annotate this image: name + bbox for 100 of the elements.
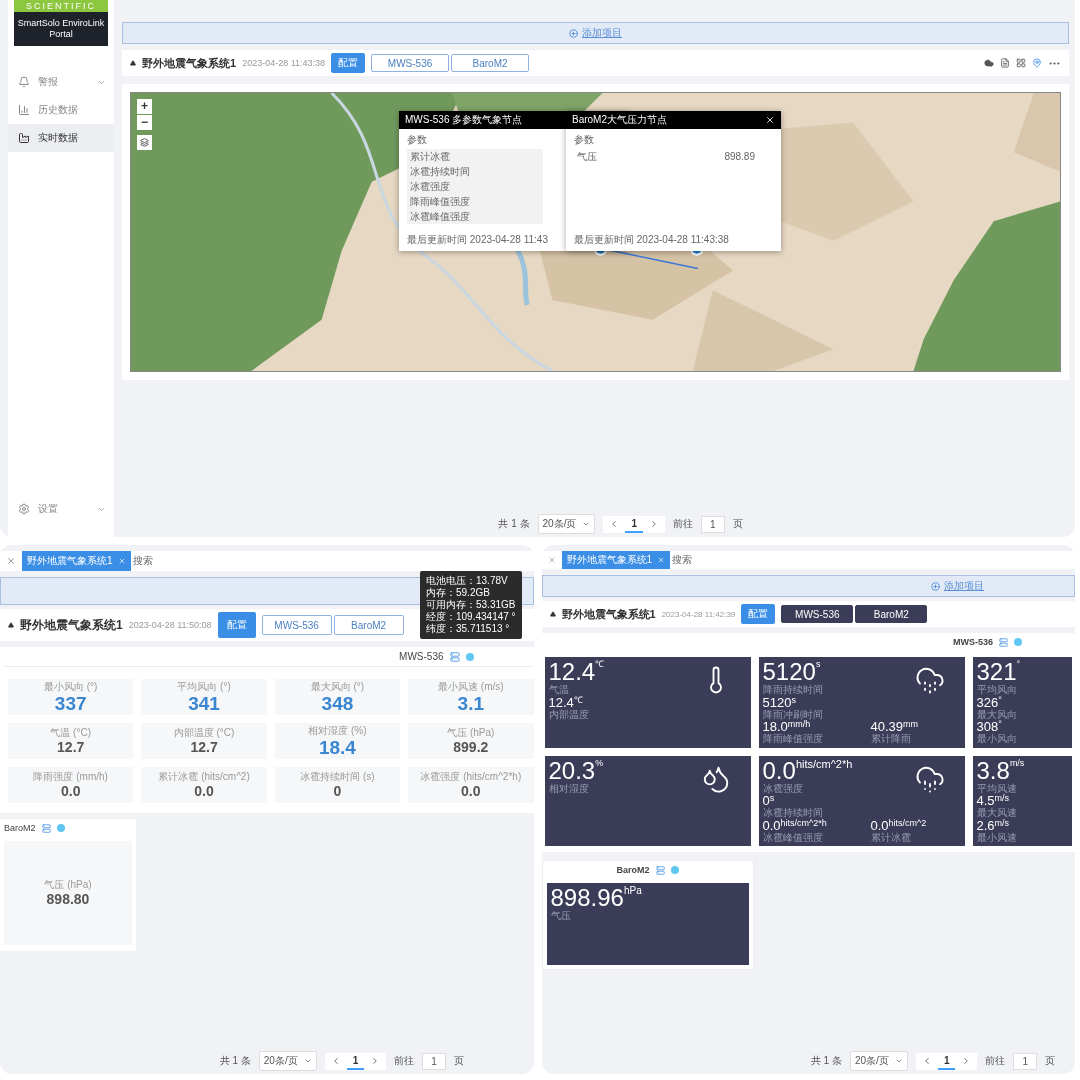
popup-title: BaroM2大气压力节点 xyxy=(572,113,667,127)
system-title: 野外地震气象系统1 xyxy=(142,55,237,71)
device-tooltip: 电池电压：13.78V 内存：59.2GB 可用内存：53.31GB 经度：109.434147 ° 纬度：35.711513 ° xyxy=(420,571,522,639)
param-header: 参数 xyxy=(574,133,594,147)
status-dot-icon[interactable] xyxy=(1014,638,1022,646)
collapse-caret-icon[interactable] xyxy=(8,622,14,628)
system-title: 野外地震气象系统1 xyxy=(20,616,123,634)
stat-value: 337 xyxy=(54,693,87,715)
zoom-out-button[interactable]: − xyxy=(137,115,152,130)
status-dot-icon[interactable] xyxy=(465,652,474,661)
stat-label: 内部温度 (°C) xyxy=(173,726,235,741)
search-link[interactable]: 搜索 xyxy=(672,553,693,567)
total-count: 共 1 条 xyxy=(810,1054,842,1068)
next-page-icon[interactable] xyxy=(649,519,659,529)
gear-icon xyxy=(18,503,30,515)
sidebar-item[interactable]: 实时数据 xyxy=(8,124,114,152)
node-name: MWS-536 xyxy=(953,637,993,647)
cloud-rain-icon xyxy=(914,665,945,695)
tile-main-value: 12.4℃ xyxy=(548,660,605,684)
timestamp: 2023-04-28 11:42:39 xyxy=(661,609,736,619)
tile-label: 平均风速 xyxy=(976,782,1017,794)
stat-value: 341 xyxy=(188,693,220,715)
grid-icon[interactable] xyxy=(1016,58,1026,68)
stat-value: 0 xyxy=(333,784,342,800)
page-input[interactable]: 1 xyxy=(1013,1052,1037,1070)
bell-icon xyxy=(18,76,30,88)
tab[interactable]: 野外地震气象系统1 xyxy=(22,551,131,571)
tile-label: 冰雹持续时间 xyxy=(762,807,823,819)
tile-sub-value: 12.4℃ xyxy=(548,695,583,709)
timestamp: 2023-04-28 11:43:38 xyxy=(242,58,326,68)
stat-value: 12.7 xyxy=(190,740,218,756)
goto-label: 前往 xyxy=(673,517,693,531)
param-name: 气压 xyxy=(577,149,597,164)
stat-value: 348 xyxy=(321,693,354,715)
tile-label: 累计降雨 xyxy=(870,733,911,745)
node-tab[interactable]: MWS-536 xyxy=(371,54,450,72)
stat-label: 冰雹强度 (hits/cm^2*h) xyxy=(420,770,522,785)
stat-value: 899.2 xyxy=(453,740,489,756)
page-input[interactable]: 1 xyxy=(701,515,725,533)
collapse-caret-icon[interactable] xyxy=(130,60,136,66)
stat-label: 气压 (hPa) xyxy=(447,726,495,741)
page-size-select[interactable]: 20条/页 xyxy=(537,514,596,534)
tile-label: 降雨持续时间 xyxy=(762,684,823,696)
server-icon[interactable] xyxy=(449,651,460,662)
tile-label: 平均风向 xyxy=(976,684,1017,696)
node-tab[interactable]: MWS-536 xyxy=(261,615,332,635)
last-updated: 最后更新时间 2023-04-28 11:43 xyxy=(407,233,548,247)
tile-label: 降雨冲刷时间 xyxy=(762,708,823,720)
popup-title: MWS-536 多参数气象节点 xyxy=(405,113,523,127)
config-button[interactable]: 配置 xyxy=(741,604,776,624)
tile-label: 最小风向 xyxy=(976,733,1017,745)
page-size-select[interactable]: 20条/页 xyxy=(258,1051,317,1071)
node-tab[interactable]: BaroM2 xyxy=(333,615,404,635)
server-icon[interactable] xyxy=(655,865,665,875)
total-count: 共 1 条 xyxy=(219,1054,251,1068)
layers-button[interactable] xyxy=(137,135,152,150)
node-tab[interactable]: MWS-536 xyxy=(781,605,854,623)
tile-label: 累计冰雹 xyxy=(870,831,911,843)
zoom-in-button[interactable]: + xyxy=(137,99,152,114)
page-size-select[interactable]: 20条/页 xyxy=(849,1051,908,1071)
node-tab[interactable]: BaroM2 xyxy=(451,54,530,72)
status-dot-icon[interactable] xyxy=(56,824,65,832)
page-suffix: 页 xyxy=(732,517,743,531)
factory-icon xyxy=(18,132,30,144)
param-name: 冰雹峰值强度 xyxy=(410,209,470,224)
tile-label: 气压 xyxy=(550,910,571,922)
close-icon xyxy=(117,557,126,565)
server-icon[interactable] xyxy=(41,823,51,833)
node-name: MWS-536 xyxy=(399,651,444,662)
sidebar-item[interactable]: 历史数据 xyxy=(8,96,114,124)
cloud-icon[interactable] xyxy=(984,58,994,68)
search-link[interactable]: 搜索 xyxy=(132,554,153,568)
page-input[interactable]: 1 xyxy=(422,1052,446,1070)
close-icon xyxy=(657,556,666,564)
config-button[interactable]: 配置 xyxy=(217,612,256,638)
document-icon[interactable] xyxy=(1000,58,1010,68)
page-suffix: 页 xyxy=(1045,1054,1055,1068)
stat-value: 0.0 xyxy=(461,784,481,800)
status-dot-icon[interactable] xyxy=(670,866,679,874)
add-icon xyxy=(931,581,940,591)
map-pin-icon[interactable] xyxy=(1032,58,1042,68)
bar-chart-icon xyxy=(18,104,30,116)
node-tab[interactable]: BaroM2 xyxy=(855,605,928,623)
stat-label: 平均风向 (°) xyxy=(177,679,231,694)
stat-label: 最小风速 (m/s) xyxy=(438,679,504,694)
tile-label: 相对湿度 xyxy=(548,782,589,794)
tile-label: 最大风向 xyxy=(976,708,1017,720)
tile-label: 冰雹峰值强度 xyxy=(762,831,823,843)
stat-value: 898.80 xyxy=(46,892,90,908)
tab[interactable]: 野外地震气象系统1 xyxy=(561,551,671,569)
sidebar-item[interactable]: 设置 xyxy=(8,495,114,523)
close-icon[interactable] xyxy=(765,115,775,125)
sidebar-item[interactable]: 警报 xyxy=(8,68,114,96)
param-header: 参数 xyxy=(407,133,427,147)
config-button[interactable]: 配置 xyxy=(331,53,366,73)
stat-label: 降雨强度 (mm/h) xyxy=(33,770,108,785)
server-icon[interactable] xyxy=(999,637,1008,647)
stat-label: 气温 (°C) xyxy=(50,726,91,741)
collapse-caret-icon[interactable] xyxy=(549,611,556,617)
param-name: 冰雹强度 xyxy=(410,179,450,194)
